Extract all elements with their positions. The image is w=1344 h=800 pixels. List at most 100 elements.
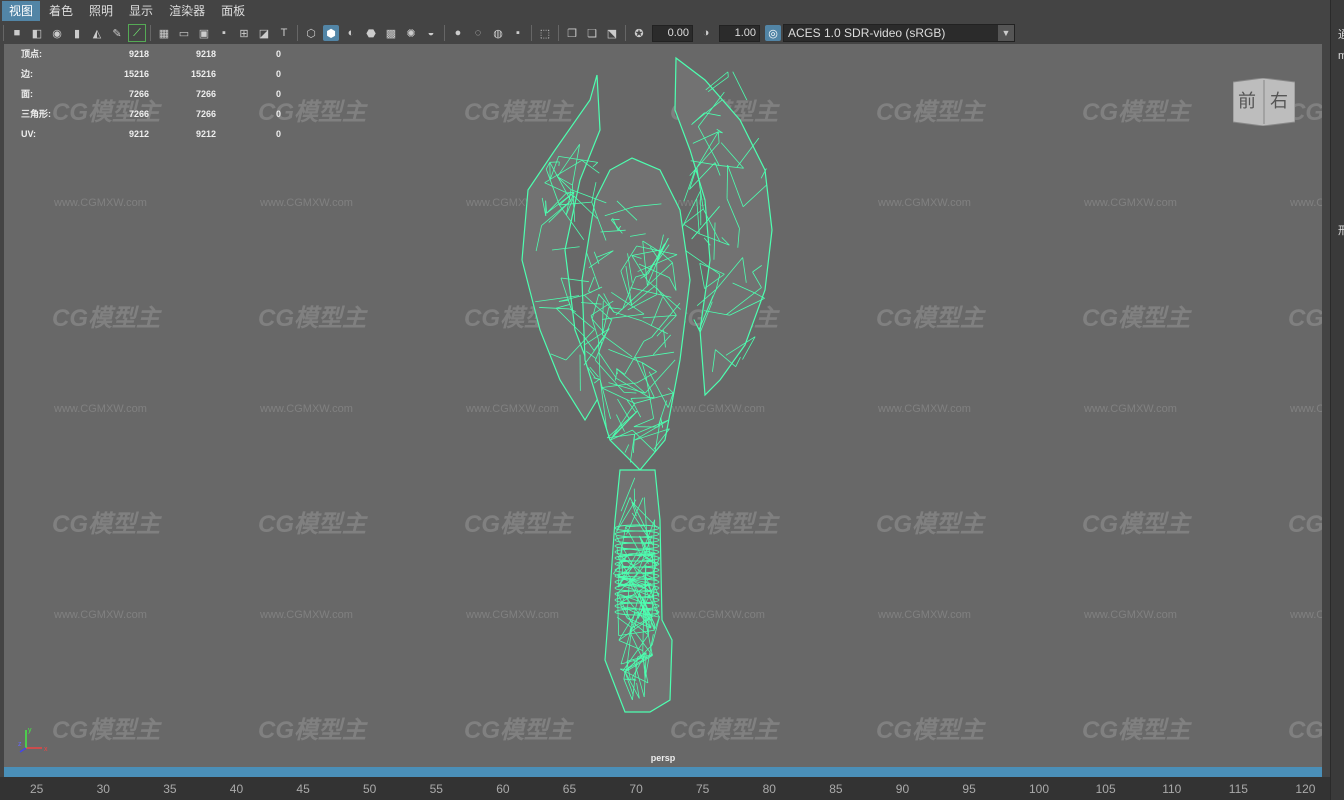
timeline-tick-label: 80 xyxy=(762,782,776,796)
camera-attributes-icon[interactable]: ◧ xyxy=(29,25,45,41)
xray-icon[interactable]: ❐ xyxy=(564,25,580,41)
field-chart-icon[interactable]: ⊞ xyxy=(236,25,252,41)
depth-of-field-icon[interactable]: ▪ xyxy=(510,25,526,41)
timeline-tick-label: 95 xyxy=(962,782,976,796)
timeline-tick-label: 65 xyxy=(562,782,577,796)
lights-icon[interactable]: ✺ xyxy=(403,25,419,41)
viewport-persp[interactable]: CG模型主CG模型主CG模型主CG模型主CG模型主CG模型主CG模型主CG模型主… xyxy=(4,44,1322,767)
menu-shading[interactable]: 着色 xyxy=(42,1,80,21)
timeline-tick-label: 110 xyxy=(1162,782,1182,796)
time-slider-bar[interactable] xyxy=(4,767,1322,777)
toolbar-separator xyxy=(558,25,559,41)
color-space-dropdown[interactable]: ACES 1.0 SDR-video (sRGB) ▼ xyxy=(783,24,1015,42)
ambient-occlusion-icon[interactable]: ● xyxy=(450,25,466,41)
hud-value-selected: 7266 xyxy=(195,109,216,119)
default-material-icon[interactable]: ◐ xyxy=(343,25,359,41)
menu-renderer[interactable]: 渲染器 xyxy=(162,1,212,21)
right-panel-char: m xyxy=(1338,50,1344,62)
hud-value-selected: 9212 xyxy=(195,129,216,139)
hud-value-extra: 0 xyxy=(275,129,281,139)
timeline-tick-label: 60 xyxy=(496,782,510,796)
timeline-tick-label: 105 xyxy=(1095,782,1116,796)
hud-row: UV: 9212 9212 0 xyxy=(21,124,281,144)
hud-row: 边: 15216 15216 0 xyxy=(21,64,281,84)
hud-label: UV: xyxy=(21,129,37,139)
axe-wireframe-model[interactable] xyxy=(4,44,1322,767)
toolbar-separator xyxy=(444,25,445,41)
multisample-icon[interactable]: ◍ xyxy=(490,25,506,41)
right-panel-char: 通 xyxy=(1338,29,1344,41)
hud-label: 边: xyxy=(21,69,33,79)
hud-value-extra: 0 xyxy=(275,109,281,119)
film-gate-icon[interactable]: ▭ xyxy=(176,25,192,41)
hud-label: 面: xyxy=(21,89,33,99)
viewcube[interactable]: 前 右 xyxy=(1233,78,1295,126)
chevron-down-icon: ▼ xyxy=(998,25,1014,41)
hud-label: 三角形: xyxy=(21,109,51,119)
grease-pencil-icon[interactable]: ✎ xyxy=(109,25,125,41)
color-space-label: ACES 1.0 SDR-video (sRGB) xyxy=(788,26,946,40)
right-side-panel: 通 m 形 xyxy=(1330,0,1344,800)
timeline-tick-label: 25 xyxy=(30,782,44,796)
color-management-icon[interactable]: ◎ xyxy=(765,25,781,41)
poly-count-hud: 顶点: 9218 9218 0 边: 15216 15216 0 面: 7266 7266 0 三角形:… xyxy=(21,44,281,144)
hud-value-total: 9212 xyxy=(128,129,149,139)
timeline-tick-label: 100 xyxy=(1029,782,1050,796)
isolate-select-icon[interactable]: ⬚ xyxy=(537,25,553,41)
bookmark-icon[interactable]: ▮ xyxy=(69,25,85,41)
axis-gizmo: x y z xyxy=(18,727,48,753)
backface-culling-icon[interactable]: ⬔ xyxy=(604,25,620,41)
viewcube-right-label[interactable]: 右 xyxy=(1270,91,1288,112)
resolution-gate-icon[interactable]: ▣ xyxy=(196,25,212,41)
timeline-tick-label: 55 xyxy=(429,782,443,796)
shadows-icon[interactable]: ◒ xyxy=(423,25,439,41)
gamma-field[interactable]: 1.00 xyxy=(719,24,760,42)
hud-value-total: 15216 xyxy=(123,69,149,79)
timeline-tick-label: 90 xyxy=(895,782,910,796)
timeline-tick-label: 50 xyxy=(363,782,377,796)
grid-icon[interactable]: ▦ xyxy=(156,25,172,41)
timeline-tick-label: 120 xyxy=(1295,782,1316,796)
menu-show[interactable]: 显示 xyxy=(122,1,160,21)
viewcube-front-label[interactable]: 前 xyxy=(1238,91,1256,112)
toolbar-separator xyxy=(297,25,298,41)
maya-app: 视图 着色 照明 显示 渲染器 面板 ■ ◧ ◉ ▮ ◭ ✎ ⟋ ▦ ▭ ▣ ▪… xyxy=(0,0,1344,800)
hud-row: 顶点: 9218 9218 0 xyxy=(21,44,281,64)
hud-row: 面: 7266 7266 0 xyxy=(21,84,281,104)
axe-center-head xyxy=(581,157,691,471)
hud-value-total: 7266 xyxy=(128,109,149,119)
right-panel-char: 形 xyxy=(1338,225,1344,237)
smooth-shade-cube-icon[interactable]: ⬢ xyxy=(323,25,339,41)
axis-x-label: x xyxy=(44,746,48,753)
checker-icon[interactable]: ▩ xyxy=(383,25,399,41)
wireframe-cube-icon[interactable]: ⬡ xyxy=(303,25,319,41)
hud-label: 顶点: xyxy=(21,49,42,59)
motion-blur-icon[interactable]: ◌ xyxy=(470,25,486,41)
image-plane-icon[interactable]: ◭ xyxy=(89,25,105,41)
menu-view[interactable]: 视图 xyxy=(2,1,41,21)
timeline-tick-label: 30 xyxy=(96,782,110,796)
exposure-icon[interactable]: ✪ xyxy=(631,25,647,41)
hud-row: 三角形: 7266 7266 0 xyxy=(21,104,281,124)
panel-menubar: 视图 着色 照明 显示 渲染器 面板 xyxy=(0,0,1330,22)
timeline-tick-label: 75 xyxy=(696,782,710,796)
axis-z-label: z xyxy=(18,741,22,748)
camera-bookmark-icon[interactable]: ◉ xyxy=(49,25,65,41)
timeline-tick-label: 45 xyxy=(296,782,310,796)
safe-action-icon[interactable]: ◪ xyxy=(256,25,272,41)
menu-lighting[interactable]: 照明 xyxy=(82,1,120,21)
wireframe-pencil-icon[interactable]: ⟋ xyxy=(128,24,146,42)
exposure-field[interactable]: 0.00 xyxy=(652,24,693,42)
safe-title-icon[interactable]: T xyxy=(276,25,292,41)
gate-mask-icon[interactable]: ▪ xyxy=(216,25,232,41)
timeline-ruler[interactable]: 25 30 35 40 45 50 55 60 65 70 75 80 85 90 95 100 105 110 1… xyxy=(0,777,1330,800)
gamma-icon[interactable]: ◑ xyxy=(698,25,714,41)
toolbar-separator xyxy=(150,25,151,41)
hud-value-selected: 9218 xyxy=(195,49,216,59)
camera-icon[interactable]: ■ xyxy=(9,25,25,41)
axis-y-label: y xyxy=(28,727,32,734)
xray-joints-icon[interactable]: ❏ xyxy=(584,25,600,41)
menu-panels[interactable]: 面板 xyxy=(214,1,252,21)
hud-value-selected: 15216 xyxy=(190,69,216,79)
textured-icon[interactable]: ⬣ xyxy=(363,25,379,41)
